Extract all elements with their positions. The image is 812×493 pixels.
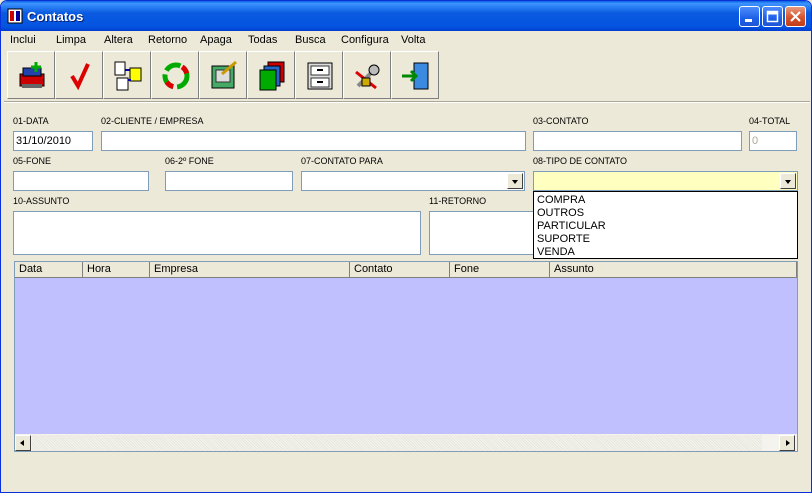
refresh-icon xyxy=(162,62,190,90)
label-contato: 03-CONTATO xyxy=(533,116,589,126)
exit-door-icon xyxy=(402,62,429,90)
menu-apaga[interactable]: Apaga xyxy=(200,34,232,46)
col-data[interactable]: Data xyxy=(15,262,83,278)
menu-todas[interactable]: Todas xyxy=(248,34,277,46)
col-fone[interactable]: Fone xyxy=(450,262,550,278)
tool-retorno-button[interactable] xyxy=(151,51,199,99)
label-assunto: 10-ASSUNTO xyxy=(13,196,70,206)
toolbar-separator xyxy=(4,101,810,103)
maximize-icon xyxy=(766,10,779,23)
label-retorno: 11-RETORNO xyxy=(429,196,487,206)
scroll-track[interactable] xyxy=(32,435,762,451)
option-suporte[interactable]: SUPORTE xyxy=(537,233,590,246)
tools-icon xyxy=(355,64,380,90)
minimize-button[interactable] xyxy=(739,6,760,27)
close-button[interactable] xyxy=(785,6,806,27)
contato-field[interactable] xyxy=(533,131,742,151)
check-icon xyxy=(70,63,90,91)
tipo-contato-dropdown-list: COMPRA OUTROS PARTICULAR SUPORTE VENDA xyxy=(533,191,798,259)
chevron-down-icon[interactable] xyxy=(507,173,523,189)
label-tipo-contato: 08-TIPO DE CONTATO xyxy=(533,156,628,166)
tool-configura-button[interactable] xyxy=(343,51,391,99)
fone-field[interactable] xyxy=(13,171,149,191)
move-records-icon xyxy=(114,61,142,91)
edit-icon xyxy=(211,60,237,89)
cliente-field[interactable] xyxy=(101,131,526,151)
tool-busca-button[interactable] xyxy=(295,51,343,99)
title-bar[interactable]: Contatos xyxy=(1,1,811,31)
scroll-right-icon[interactable] xyxy=(779,435,795,451)
col-contato[interactable]: Contato xyxy=(350,262,450,278)
tool-todas-button[interactable] xyxy=(247,51,295,99)
label-fone: 05-FONE xyxy=(13,156,52,166)
label-fone2: 06-2º FONE xyxy=(165,156,214,166)
menu-configura[interactable]: Configura xyxy=(341,34,389,46)
fone2-field[interactable] xyxy=(165,171,293,191)
label-data: 01-DATA xyxy=(13,116,49,126)
col-empresa[interactable]: Empresa xyxy=(150,262,350,278)
col-assunto[interactable]: Assunto xyxy=(550,262,797,278)
chevron-down-icon[interactable] xyxy=(780,173,796,189)
menu-altera[interactable]: Altera xyxy=(104,34,133,46)
tool-altera-button[interactable] xyxy=(103,51,151,99)
label-contato-para: 07-CONTATO PARA xyxy=(301,156,383,166)
minimize-icon xyxy=(745,19,752,22)
app-icon xyxy=(7,8,23,24)
tool-volta-button[interactable] xyxy=(391,51,439,99)
scroll-left-icon[interactable] xyxy=(15,435,31,451)
menu-limpa[interactable]: Limpa xyxy=(56,34,86,46)
menu-retorno[interactable]: Retorno xyxy=(148,34,187,46)
option-compra[interactable]: COMPRA xyxy=(537,194,585,207)
option-venda[interactable]: VENDA xyxy=(537,246,575,259)
window-title: Contatos xyxy=(27,9,84,24)
tipo-contato-select[interactable] xyxy=(533,171,798,191)
contatos-window: Contatos Inclui Limpa Altera Retorno Apa… xyxy=(0,0,812,493)
menu-inclui[interactable]: Inclui xyxy=(10,34,36,46)
option-outros[interactable]: OUTROS xyxy=(537,207,584,220)
tool-inclui-button[interactable] xyxy=(7,51,55,99)
label-total: 04-TOTAL xyxy=(749,116,791,126)
label-cliente: 02-CLIENTE / EMPRESA xyxy=(101,116,204,126)
menu-volta[interactable]: Volta xyxy=(401,34,425,46)
tool-limpa-button[interactable] xyxy=(55,51,103,99)
maximize-button[interactable] xyxy=(762,6,783,27)
add-record-icon xyxy=(19,62,45,88)
retorno-field[interactable] xyxy=(429,211,539,255)
assunto-textarea[interactable] xyxy=(13,211,421,255)
col-hora[interactable]: Hora xyxy=(83,262,150,278)
menu-busca[interactable]: Busca xyxy=(295,34,326,46)
close-icon xyxy=(790,11,801,22)
total-field: 0 xyxy=(749,131,797,151)
option-particular[interactable]: PARTICULAR xyxy=(537,220,606,233)
contato-para-select[interactable] xyxy=(301,171,525,191)
menu-bar: Inclui Limpa Altera Retorno Apaga Todas … xyxy=(1,31,811,50)
data-field[interactable]: 31/10/2010 xyxy=(13,131,93,151)
grid-header: Data Hora Empresa Contato Fone Assunto xyxy=(15,262,797,278)
tool-apaga-button[interactable] xyxy=(199,51,247,99)
folders-icon xyxy=(259,61,285,91)
file-cabinet-icon xyxy=(307,62,333,90)
horizontal-scrollbar[interactable] xyxy=(15,434,797,451)
contacts-grid[interactable]: Data Hora Empresa Contato Fone Assunto xyxy=(14,261,798,452)
